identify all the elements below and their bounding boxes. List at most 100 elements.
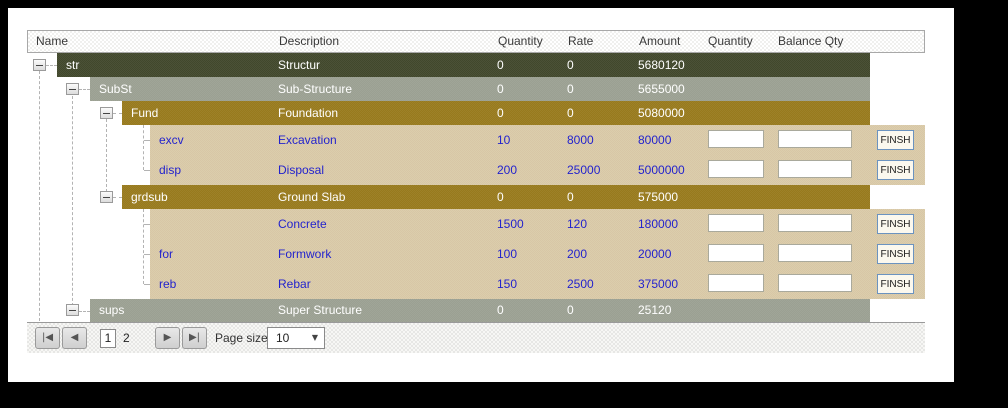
table-row[interactable]: Concrete 1500 120 180000 FINSH (27, 209, 925, 239)
row-amount: 575000 (638, 190, 679, 204)
table-row[interactable]: grdsub Ground Slab 0 0 575000 (27, 185, 925, 209)
row-description: Excavation (278, 133, 337, 147)
quantity-input[interactable] (708, 214, 764, 232)
pager-page-1[interactable]: 1 (100, 329, 116, 348)
column-header-amount[interactable]: Amount (639, 31, 680, 52)
minus-glyph (69, 88, 76, 90)
row-quantity: 0 (497, 190, 504, 204)
row-name: grdsub (131, 190, 168, 204)
grid-header: Name Description Quantity Rate Amount Qu… (27, 30, 925, 53)
row-rate: 0 (567, 58, 574, 72)
quantity-input[interactable] (708, 160, 764, 178)
column-header-name[interactable]: Name (36, 31, 68, 52)
table-row[interactable]: sups Super Structure 0 0 25120 (27, 299, 925, 322)
quantity-input[interactable] (708, 130, 764, 148)
row-description: Super Structure (278, 303, 363, 317)
minus-glyph (103, 112, 110, 114)
pager-prev-button[interactable]: ◀ (62, 327, 87, 349)
table-row[interactable]: for Formwork 100 200 20000 FINSH (27, 239, 925, 269)
pager-page-2[interactable]: 2 (120, 329, 133, 348)
row-band (57, 53, 870, 77)
row-amount: 5000000 (638, 163, 685, 177)
row-amount: 375000 (638, 277, 679, 291)
pager-next-button[interactable]: ▶ (155, 327, 180, 349)
row-band (122, 185, 870, 209)
minus-glyph (36, 64, 43, 66)
row-description: Foundation (278, 106, 339, 120)
row-quantity: 0 (497, 106, 504, 120)
finish-button[interactable]: FINSH (877, 214, 914, 234)
table-row[interactable]: excv Excavation 10 8000 80000 FINSH (27, 125, 925, 155)
collapse-icon[interactable] (66, 83, 79, 95)
column-header-quantity2[interactable]: Quantity (708, 31, 753, 52)
row-rate: 2500 (567, 277, 594, 291)
row-quantity: 10 (497, 133, 511, 147)
finish-button[interactable]: FINSH (877, 160, 914, 180)
row-description: Structur (278, 58, 321, 72)
table-row[interactable]: reb Rebar 150 2500 375000 FINSH (27, 269, 925, 299)
column-header-rate[interactable]: Rate (568, 31, 593, 52)
row-description: Concrete (278, 217, 327, 231)
row-quantity: 0 (497, 303, 504, 317)
row-rate: 8000 (567, 133, 594, 147)
finish-button[interactable]: FINSH (877, 130, 914, 150)
row-description: Sub-Structure (278, 82, 353, 96)
collapse-icon[interactable] (100, 191, 113, 203)
row-rate: 0 (567, 190, 574, 204)
row-rate: 0 (567, 82, 574, 96)
minus-glyph (69, 309, 76, 311)
row-rate: 120 (567, 217, 588, 231)
page-canvas: Name Description Quantity Rate Amount Qu… (8, 8, 954, 382)
row-quantity: 1500 (497, 217, 524, 231)
row-name: SubSt (99, 82, 132, 96)
row-amount: 5680120 (638, 58, 685, 72)
row-quantity: 200 (497, 163, 518, 177)
row-rate: 0 (567, 303, 574, 317)
row-description: Ground Slab (278, 190, 346, 204)
row-rate: 200 (567, 247, 588, 261)
balance-qty-input[interactable] (778, 214, 852, 232)
row-rate: 25000 (567, 163, 601, 177)
row-description: Disposal (278, 163, 325, 177)
collapse-icon[interactable] (100, 107, 113, 119)
expand-icon[interactable] (66, 304, 79, 316)
row-band (90, 299, 870, 322)
finish-button[interactable]: FINSH (877, 274, 914, 294)
window-frame: Name Description Quantity Rate Amount Qu… (0, 0, 1008, 408)
table-row[interactable]: disp Disposal 200 25000 5000000 FINSH (27, 155, 925, 185)
minus-glyph (103, 196, 110, 198)
row-quantity: 0 (497, 58, 504, 72)
balance-qty-input[interactable] (778, 160, 852, 178)
table-row[interactable]: Fund Foundation 0 0 5080000 (27, 101, 925, 125)
page-size-dropdown[interactable]: 10 ▼ (267, 327, 325, 349)
quantity-input[interactable] (708, 244, 764, 262)
pager-first-button[interactable]: |◀ (35, 327, 60, 349)
row-name: str (66, 58, 80, 72)
row-amount: 5655000 (638, 82, 685, 96)
balance-qty-input[interactable] (778, 244, 852, 262)
balance-qty-input[interactable] (778, 274, 852, 292)
row-band (122, 101, 870, 125)
row-quantity: 0 (497, 82, 504, 96)
column-header-description[interactable]: Description (279, 31, 339, 52)
pager-bar: |◀ ◀ 1 2 ▶ ▶| Page size: 10 ▼ (27, 322, 925, 353)
column-header-quantity[interactable]: Quantity (498, 31, 543, 52)
collapse-icon[interactable] (33, 59, 46, 71)
pager-last-button[interactable]: ▶| (182, 327, 207, 349)
row-quantity: 150 (497, 277, 518, 291)
page-size-value: 10 (276, 331, 290, 345)
row-name: for (159, 247, 174, 261)
treelist-grid: Name Description Quantity Rate Amount Qu… (27, 30, 925, 353)
row-band (90, 77, 870, 101)
row-name: Fund (131, 106, 159, 120)
row-amount: 25120 (638, 303, 672, 317)
row-quantity: 100 (497, 247, 518, 261)
table-row[interactable]: SubSt Sub-Structure 0 0 5655000 (27, 77, 925, 101)
finish-button[interactable]: FINSH (877, 244, 914, 264)
row-name: reb (159, 277, 177, 291)
balance-qty-input[interactable] (778, 130, 852, 148)
quantity-input[interactable] (708, 274, 764, 292)
column-header-balance-qty[interactable]: Balance Qty (778, 31, 843, 52)
table-row[interactable]: str Structur 0 0 5680120 (27, 53, 925, 77)
row-description: Formwork (278, 247, 332, 261)
